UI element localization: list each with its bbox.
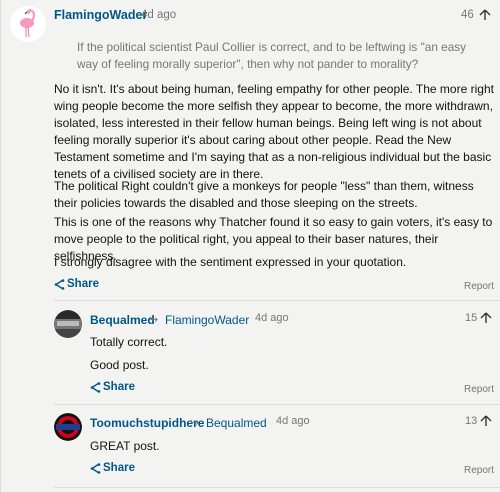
reply-line: GREAT post. (90, 439, 160, 453)
comment-paragraph: The political Right couldn't give a monk… (54, 179, 474, 210)
flamingo-avatar[interactable] (10, 6, 46, 42)
share-label: Share (103, 462, 135, 474)
share-label: Share (103, 381, 135, 393)
divider (54, 487, 500, 492)
reply-to-user[interactable]: Bequalmed (206, 416, 267, 430)
recommend-count: 13 (465, 415, 478, 427)
underground-logo-avatar[interactable] (54, 413, 82, 441)
comment-author[interactable]: FlamingoWader (54, 8, 147, 22)
reply-line: Good post. (90, 358, 149, 372)
share-button[interactable]: Share (54, 278, 99, 290)
share-label: Share (67, 278, 99, 290)
recommend-count: 15 (465, 312, 478, 324)
recommend-arrow-icon[interactable] (480, 312, 492, 324)
share-icon (54, 278, 65, 290)
divider (54, 404, 500, 405)
reply-timestamp[interactable]: 4d ago (276, 415, 310, 427)
report-link[interactable]: Report (464, 465, 494, 476)
report-link[interactable]: Report (464, 281, 494, 292)
report-link[interactable]: Report (464, 384, 494, 395)
comment-paragraph: No it isn't. It's about being human, fee… (54, 82, 494, 181)
divider (54, 300, 500, 301)
comment-thread: FlamingoWader 4d ago 46 If the political… (0, 0, 500, 492)
reply-to-arrow-icon: ↪ (149, 314, 159, 326)
bequalmed-avatar[interactable] (54, 310, 82, 338)
share-icon (90, 462, 101, 474)
recommend-arrow-icon[interactable] (480, 415, 492, 427)
quoted-text: If the political scientist Paul Collier … (77, 40, 467, 71)
reply-author[interactable]: Bequalmed (90, 313, 155, 327)
comment-timestamp[interactable]: 4d ago (141, 9, 176, 21)
share-button[interactable]: Share (90, 381, 135, 393)
reply-timestamp[interactable]: 4d ago (255, 312, 289, 324)
recommend-arrow-icon[interactable] (479, 9, 491, 21)
reply-line: Totally correct. (90, 335, 168, 349)
comment-paragraph: I strongly disagree with the sentiment e… (54, 255, 407, 269)
recommend-count: 46 (461, 9, 474, 21)
share-button[interactable]: Share (90, 462, 135, 474)
reply-author[interactable]: Toomuchstupidhere (90, 416, 204, 430)
reply-to-arrow-icon: ↪ (190, 417, 200, 429)
reply-to-user[interactable]: FlamingoWader (165, 313, 249, 327)
share-icon (90, 381, 101, 393)
